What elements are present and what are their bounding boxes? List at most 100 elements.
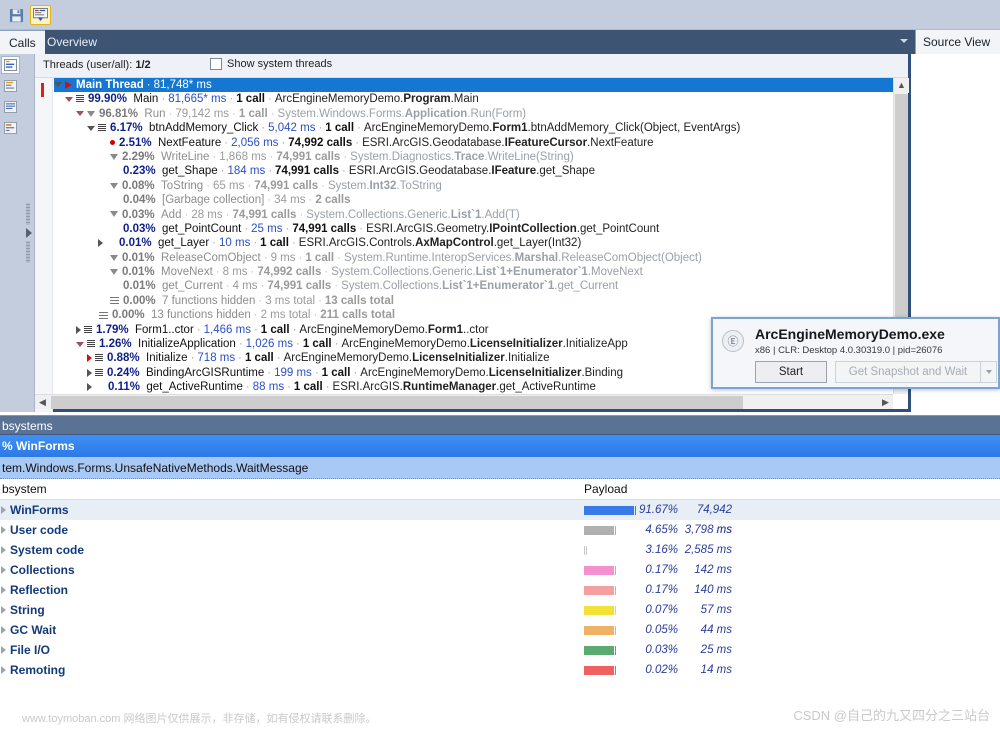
hidden-functions-icon: [110, 297, 119, 304]
pane-splitter[interactable]: [22, 54, 35, 412]
subsystem-row[interactable]: User code4.65%3,798 ms: [0, 520, 1000, 540]
expander-open-icon[interactable]: [87, 126, 95, 131]
call-tree-row[interactable]: 6.17% btnAddMemory_Click·5,042 ms·1 call…: [54, 121, 893, 135]
row-duration: 4 ms: [233, 280, 258, 292]
tree-horizontal-scrollbar[interactable]: ◀ ▶: [35, 394, 893, 409]
subsystems-selected-row[interactable]: % WinForms: [0, 435, 1000, 457]
bars-icon: [76, 95, 84, 103]
row-percent: 0.00%: [123, 295, 156, 307]
expander-closed-icon[interactable]: [1, 586, 6, 594]
row-percent: 0.03%: [122, 209, 155, 221]
splitter-expand-arrow-icon[interactable]: [26, 228, 32, 238]
scroll-right-icon[interactable]: ▶: [878, 395, 893, 410]
expander-closed-icon[interactable]: [76, 326, 81, 334]
row-signature: System.Collections.Generic.List`1.Add(T): [306, 209, 519, 221]
subsystem-row[interactable]: File I/O0.03%25 ms: [0, 640, 1000, 660]
payload-percent: 0.03%: [636, 640, 678, 660]
subsystem-row[interactable]: GC Wait0.05%44 ms: [0, 620, 1000, 640]
timeline-icon[interactable]: [1, 119, 20, 137]
call-tree-icon[interactable]: [1, 56, 20, 74]
expander-closed-icon[interactable]: [87, 354, 92, 362]
row-function-name: Form1..ctor: [135, 324, 194, 336]
expander-closed-icon[interactable]: [1, 566, 6, 574]
call-tree-row[interactable]: 0.01% get_Current·4 ms·74,991 calls·Syst…: [54, 279, 893, 293]
payload-bar: [584, 646, 614, 655]
payload-duration: 142 ms: [682, 560, 732, 580]
start-button[interactable]: Start: [755, 361, 827, 383]
save-icon[interactable]: [6, 5, 27, 25]
expander-closed-icon[interactable]: [1, 546, 6, 554]
expander-open-icon[interactable]: [54, 82, 62, 87]
call-tree-row[interactable]: 0.00% 7 functions hidden·3 ms total·13 c…: [54, 294, 893, 308]
call-tree-row[interactable]: 0.03% get_PointCount·25 ms·74,991 calls·…: [54, 222, 893, 236]
subsystem-row[interactable]: Reflection0.17%140 ms: [0, 580, 1000, 600]
scroll-up-icon[interactable]: ▲: [894, 78, 909, 93]
splitter-grip-dots: [26, 203, 30, 225]
expander-closed-icon[interactable]: [1, 526, 6, 534]
show-system-threads-checkbox[interactable]: Show system threads: [210, 58, 332, 70]
row-duration: 8 ms: [223, 266, 248, 278]
row-function-name: Main: [133, 93, 158, 105]
row-call-count: 1 call: [245, 352, 274, 364]
column-header-payload[interactable]: Payload: [584, 482, 627, 496]
call-tree-row[interactable]: 0.01% ReleaseComObject·9 ms·1 call·Syste…: [54, 251, 893, 265]
horizontal-scroll-thumb[interactable]: [51, 396, 743, 409]
subsystem-row[interactable]: Collections0.17%142 ms: [0, 560, 1000, 580]
expander-open-icon[interactable]: [76, 342, 84, 347]
call-tree-row[interactable]: 0.04% [Garbage collection]·34 ms·2 calls: [54, 193, 893, 207]
tab-overview[interactable]: Overview: [38, 30, 106, 54]
tab-overflow-chevron-down-icon[interactable]: [900, 39, 908, 43]
call-tree-row[interactable]: 2.51% NextFeature·2,056 ms·74,992 calls·…: [54, 136, 893, 150]
watermark-right: CSDN @自己的九又四分之三站台: [793, 705, 990, 724]
checkbox-box-icon[interactable]: [210, 58, 222, 70]
expander-closed-icon[interactable]: [1, 646, 6, 654]
column-header-subsystem[interactable]: bsystem: [2, 482, 47, 496]
subsystems-detail-row[interactable]: tem.Windows.Forms.UnsafeNativeMethods.Wa…: [0, 457, 1000, 479]
subsystem-row[interactable]: Remoting0.02%14 ms: [0, 660, 1000, 680]
expander-closed-icon[interactable]: [1, 506, 6, 514]
methods-icon[interactable]: [1, 98, 20, 116]
subsystems-list[interactable]: WinForms91.67%74,942 msUser code4.65%3,7…: [0, 500, 1000, 680]
row-signature: ESRI.ArcGIS.Controls.AxMapControl.get_La…: [299, 237, 582, 249]
call-tree-row[interactable]: Main Thread·81,748* ms: [54, 78, 893, 92]
process-control-overlay: Ⓔ ArcEngineMemoryDemo.exe x86 | CLR: Des…: [711, 317, 1000, 389]
expander-open-icon[interactable]: [76, 111, 84, 116]
row-duration: 184 ms: [227, 165, 265, 177]
call-tree-row[interactable]: 0.23% get_Shape·184 ms·74,991 calls·ESRI…: [54, 164, 893, 178]
row-function-name: get_Layer: [158, 237, 209, 249]
expander-closed-icon[interactable]: [1, 606, 6, 614]
row-function-name: WriteLine: [161, 151, 209, 163]
expander-closed-icon[interactable]: [1, 626, 6, 634]
row-duration: 2 ms total: [261, 309, 311, 321]
row-function-name: NextFeature: [158, 137, 221, 149]
row-function-name: Main Thread: [76, 79, 144, 91]
row-percent: 1.26%: [99, 338, 132, 350]
splitter-grip-dots: [26, 241, 30, 263]
scroll-left-icon[interactable]: ◀: [35, 395, 50, 410]
report-icon[interactable]: [30, 5, 51, 25]
subsystem-row[interactable]: System code3.16%2,585 ms: [0, 540, 1000, 560]
call-tree-row[interactable]: 99.90% Main·81,665* ms·1 call·ArcEngineM…: [54, 92, 893, 106]
subsystem-row[interactable]: String0.07%57 ms: [0, 600, 1000, 620]
row-duration: 28 ms: [191, 209, 222, 221]
expander-open-icon[interactable]: [65, 97, 73, 102]
call-tree-row[interactable]: 0.08% ToString·65 ms·74,991 calls·System…: [54, 179, 893, 193]
call-tree-row[interactable]: 0.01% MoveNext·8 ms·74,992 calls·System.…: [54, 265, 893, 279]
call-tree-row[interactable]: 0.03% Add·28 ms·74,991 calls·System.Coll…: [54, 208, 893, 222]
payload-bar: [584, 526, 614, 535]
flag-icon: [65, 81, 72, 89]
snapshot-dropdown-chevron-down-icon[interactable]: [981, 361, 997, 383]
row-duration: 25 ms: [251, 223, 282, 235]
subsystem-row[interactable]: WinForms91.67%74,942 ms: [0, 500, 1000, 520]
expander-closed-icon[interactable]: [87, 369, 92, 377]
payload-bar-cell: [584, 626, 634, 635]
row-signature: ArcEngineMemoryDemo.LicenseInitializer.I…: [341, 338, 627, 350]
expander-closed-icon[interactable]: [98, 239, 103, 247]
call-tree-row[interactable]: 0.01% get_Layer·10 ms·1 call·ESRI.ArcGIS…: [54, 236, 893, 250]
expander-closed-icon[interactable]: [1, 666, 6, 674]
call-tree-row[interactable]: 2.29% WriteLine·1,868 ms·74,991 calls·Sy…: [54, 150, 893, 164]
hot-spots-icon[interactable]: [1, 77, 20, 95]
source-view-pane-title[interactable]: Source View: [915, 30, 1000, 54]
call-tree-row[interactable]: 96.81% Run·79,142 ms·1 call·System.Windo…: [54, 107, 893, 121]
expander-closed-icon[interactable]: [87, 383, 92, 391]
